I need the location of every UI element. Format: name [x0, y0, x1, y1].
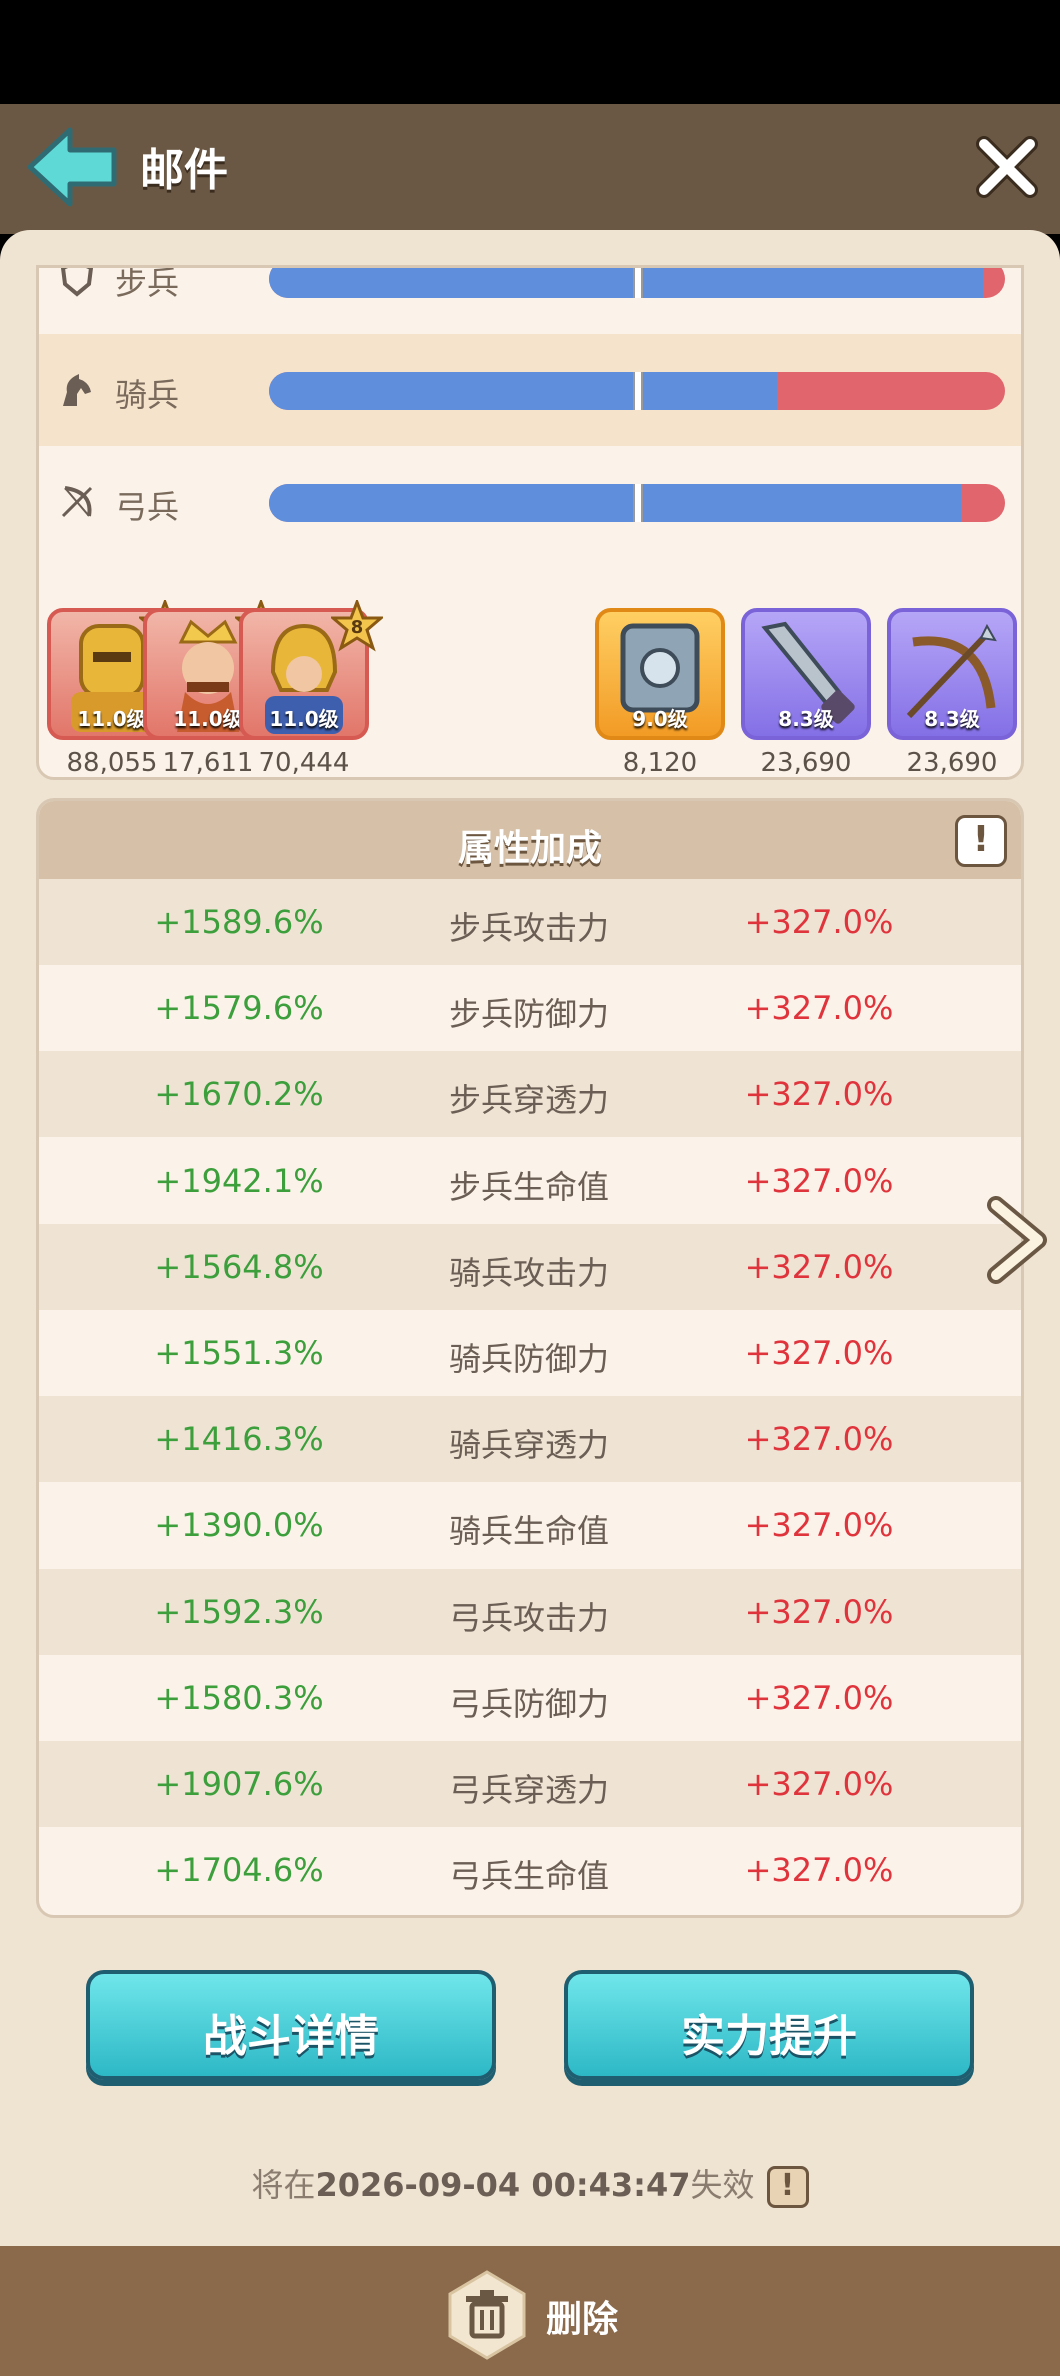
troop-label: 弓兵 [115, 488, 180, 526]
attribute-row: +1592.3% 弓兵攻击力 +327.0% [39, 1568, 1021, 1655]
attribute-name: 步兵防御力 [448, 995, 609, 1034]
delete-label[interactable]: 删除 [546, 2290, 618, 2342]
troop-ratio-bar [269, 372, 1005, 410]
attribute-right: +327.0% [744, 1075, 894, 1114]
attribute-right: +327.0% [744, 1678, 894, 1717]
attribute-name: 步兵穿透力 [448, 1081, 609, 1120]
attribute-row: +1589.6% 步兵攻击力 +327.0% [39, 879, 1021, 965]
attribute-name: 弓兵攻击力 [448, 1598, 609, 1637]
attribute-left: +1580.3% [154, 1678, 324, 1717]
attribute-row: +1580.3% 弓兵防御力 +327.0% [39, 1655, 1021, 1741]
attribute-header: 属性加成 ! [39, 801, 1021, 879]
troop-label: 步兵 [115, 265, 180, 302]
unit-count: 8,120 [622, 748, 698, 778]
trash-icon[interactable] [442, 2270, 532, 2360]
attribute-left: +1564.8% [154, 1247, 324, 1286]
attribute-row: +1564.8% 骑兵攻击力 +327.0% [39, 1223, 1021, 1310]
unit-card[interactable]: 8.3级 23,690 [887, 608, 1017, 778]
attribute-row: +1416.3% 骑兵穿透力 +327.0% [39, 1396, 1021, 1483]
unit-card[interactable]: 11.0级 8 70,444 [239, 600, 383, 778]
attribute-left: +1579.6% [154, 989, 324, 1028]
attribute-left: +1416.3% [154, 1420, 324, 1459]
attribute-row: +1670.2% 步兵穿透力 +327.0% [39, 1051, 1021, 1138]
expiry-notice: 将在2026-09-04 00:43:47失效! [0, 2160, 1060, 2208]
attribute-row: +1942.1% 步兵生命值 +327.0% [39, 1138, 1021, 1224]
attribute-left: +1589.6% [154, 903, 324, 941]
info-icon[interactable]: ! [955, 815, 1007, 867]
troop-label: 骑兵 [115, 376, 180, 414]
troop-row-archer: 弓兵 [39, 446, 1021, 558]
troop-ratio-bar [269, 268, 1005, 298]
attribute-name: 弓兵生命值 [448, 1857, 609, 1896]
unit-strip: 11.0级 8 88,055 11.0级 8 17,611 11.0级 8 70… [39, 588, 1021, 778]
attribute-right: +327.0% [744, 1506, 894, 1545]
expiry-info-icon[interactable]: ! [766, 2166, 809, 2208]
attribute-name: 骑兵穿透力 [448, 1426, 609, 1465]
attribute-right: +327.0% [744, 903, 894, 941]
header-bar: 邮件 [0, 104, 1060, 234]
svg-text:8: 8 [351, 617, 364, 638]
attribute-left: +1551.3% [154, 1334, 324, 1372]
attribute-left: +1390.0% [154, 1506, 324, 1545]
attribute-left: +1942.1% [154, 1161, 324, 1200]
unit-card[interactable]: 9.0级 8,120 [595, 608, 725, 778]
attribute-name: 步兵攻击力 [448, 909, 609, 947]
star-rank-icon: 8 [331, 600, 383, 652]
attribute-name: 弓兵穿透力 [448, 1771, 609, 1809]
attribute-left: +1907.6% [154, 1765, 324, 1803]
unit-count: 23,690 [906, 748, 998, 778]
attribute-row: +1907.6% 弓兵穿透力 +327.0% [39, 1741, 1021, 1827]
attribute-row: +1579.6% 步兵防御力 +327.0% [39, 965, 1021, 1051]
attribute-row: +1390.0% 骑兵生命值 +327.0% [39, 1482, 1021, 1568]
troop-ratio-bar [269, 484, 1005, 522]
infantry-shield-icon [60, 268, 94, 297]
bow-icon [61, 486, 93, 518]
attribute-right: +327.0% [744, 1851, 894, 1890]
unit-card[interactable]: 8.3级 23,690 [741, 608, 871, 778]
attribute-name: 弓兵防御力 [448, 1684, 609, 1723]
attribute-name: 步兵生命值 [448, 1167, 609, 1206]
attribute-bonus-card: 属性加成 ! +1589.6% 步兵攻击力 +327.0% +1579.6% 步兵防御力… [36, 798, 1024, 1918]
unit-count: 23,690 [760, 748, 852, 778]
horse-icon [63, 374, 91, 406]
attribute-name: 骑兵防御力 [448, 1340, 609, 1378]
power-up-button[interactable]: 实力提升 [564, 1970, 974, 2080]
attribute-row: +1704.6% 弓兵生命值 +327.0% [39, 1827, 1021, 1913]
attribute-row: +1551.3% 骑兵防御力 +327.0% [39, 1310, 1021, 1396]
attribute-left: +1670.2% [154, 1075, 324, 1114]
attribute-right: +327.0% [744, 1420, 894, 1459]
attribute-right: +327.0% [744, 1592, 894, 1631]
troop-row-cavalry: 骑兵 [39, 334, 1021, 446]
attribute-left: +1704.6% [154, 1851, 324, 1890]
attribute-name: 骑兵攻击力 [448, 1253, 609, 1292]
troop-row-infantry: 步兵 [39, 265, 1021, 334]
close-icon[interactable] [972, 132, 1042, 202]
battle-details-button[interactable]: 战斗详情 [86, 1970, 496, 2080]
crossbow-emblem-icon: 8.3级 [887, 608, 1017, 740]
shield-emblem-icon: 9.0级 [595, 608, 725, 740]
attribute-left: +1592.3% [154, 1592, 324, 1631]
attribute-name: 骑兵生命值 [448, 1512, 609, 1551]
troop-comparison-card[interactable]: 步兵 骑兵 弓兵 11.0级 88,055 11.0级 17,611 11.0级… [36, 265, 1024, 780]
sword-emblem-icon: 8.3级 [741, 608, 871, 740]
attribute-title: 属性加成 [457, 828, 602, 869]
unit-count: 70,444 [258, 748, 350, 778]
page-title: 邮件 [140, 145, 228, 196]
chevron-right-icon[interactable] [982, 1195, 1052, 1285]
attribute-right: +327.0% [744, 989, 894, 1028]
attribute-right: +327.0% [744, 1161, 894, 1200]
attribute-right: +327.0% [744, 1765, 894, 1803]
back-arrow-icon[interactable] [22, 122, 122, 212]
footer-bar: 删除 [0, 2246, 1060, 2376]
status-bar [0, 0, 1060, 104]
attribute-right: +327.0% [744, 1334, 894, 1372]
attribute-right: +327.0% [744, 1247, 894, 1286]
